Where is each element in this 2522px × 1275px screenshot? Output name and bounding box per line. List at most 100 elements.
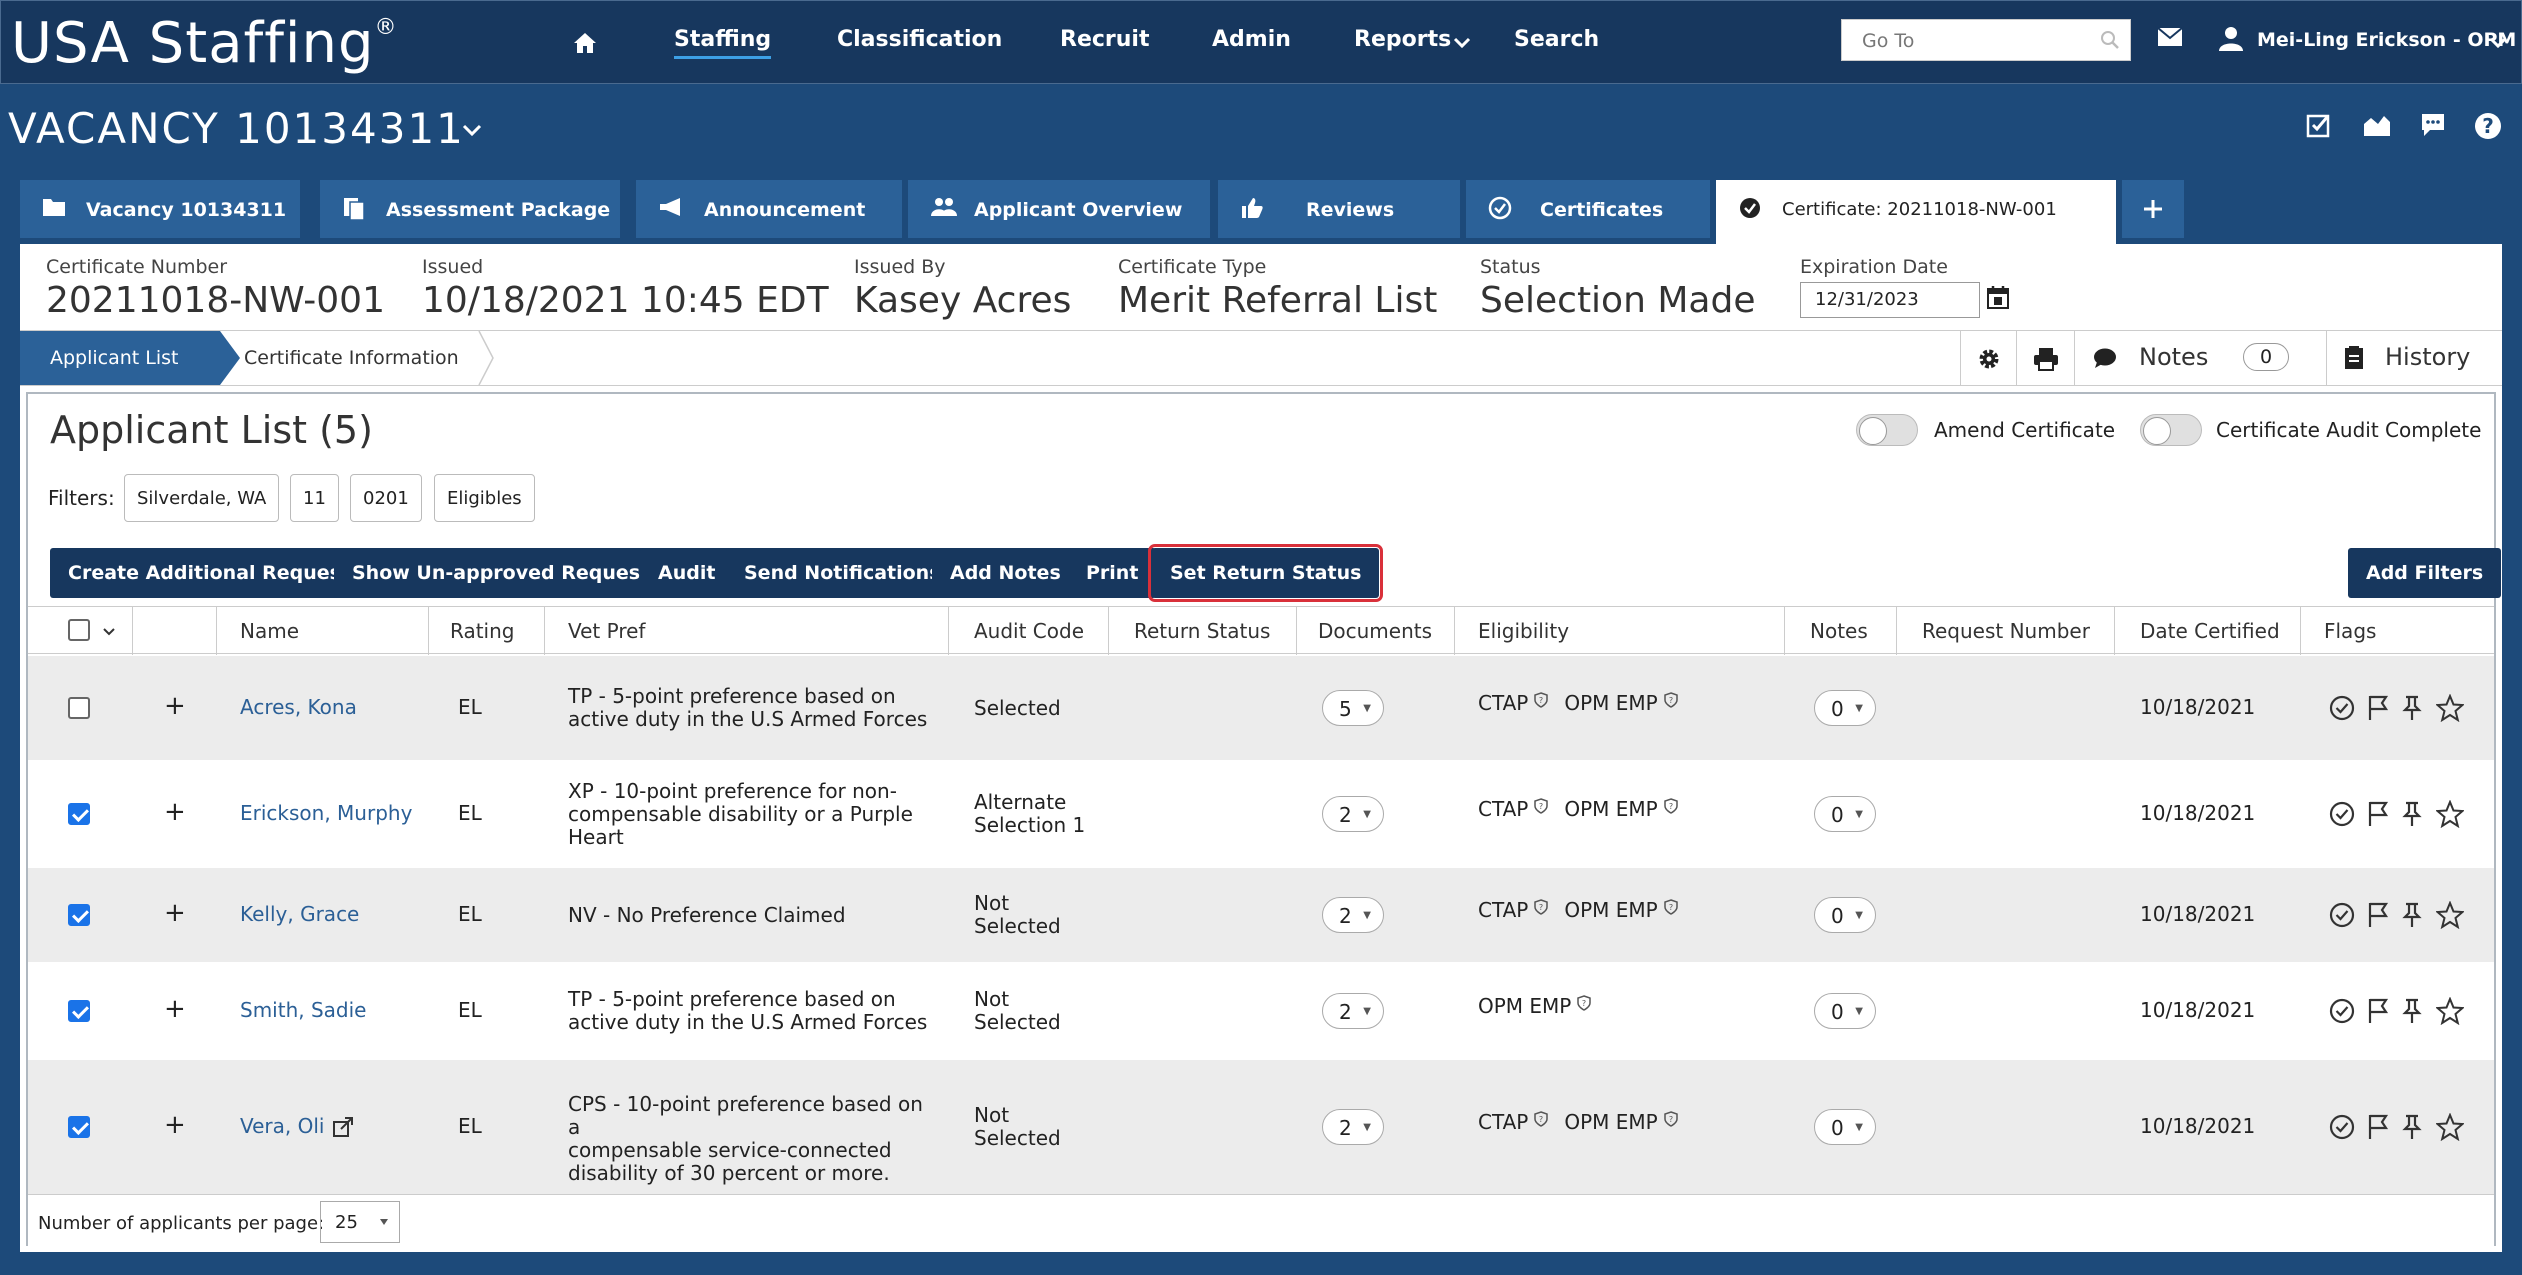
- settings-button[interactable]: [1960, 331, 2016, 385]
- expand-row-icon[interactable]: +: [164, 1112, 186, 1138]
- star-icon[interactable]: [2436, 901, 2464, 929]
- row-checkbox[interactable]: [68, 1116, 90, 1138]
- check-circle-flag-icon[interactable]: [2328, 800, 2356, 828]
- notes-dropdown[interactable]: 0 ▼: [1814, 690, 1876, 726]
- expand-row-icon[interactable]: +: [164, 799, 186, 825]
- tab-certificates[interactable]: Certificates: [1466, 180, 1710, 238]
- flag-icon[interactable]: [2366, 901, 2390, 929]
- filter-chip-series[interactable]: 0201: [350, 474, 422, 522]
- add-tab-button[interactable]: [2122, 180, 2184, 238]
- notes-dropdown[interactable]: 0 ▼: [1814, 897, 1876, 933]
- col-date-certified[interactable]: Date Certified: [2140, 619, 2280, 643]
- nav-staffing[interactable]: Staffing: [674, 27, 772, 59]
- user-icon[interactable]: [2217, 25, 2245, 53]
- goto-input[interactable]: Go To: [1841, 19, 2131, 61]
- star-icon[interactable]: [2436, 694, 2464, 722]
- audit-complete-toggle[interactable]: [2140, 414, 2202, 446]
- check-circle-flag-icon[interactable]: [2328, 1113, 2356, 1141]
- row-checkbox[interactable]: [68, 697, 90, 719]
- notes-button[interactable]: Notes 0: [2074, 331, 2326, 385]
- tab-assessment-package[interactable]: Assessment Package: [320, 180, 620, 238]
- pin-icon[interactable]: [2402, 800, 2422, 828]
- show-unapproved-requests-button[interactable]: Show Un-approved Requests: [334, 548, 679, 598]
- tab-certificate-current[interactable]: Certificate: 20211018-NW-001: [1716, 180, 2116, 244]
- add-notes-button[interactable]: Add Notes: [932, 548, 1079, 598]
- check-circle-flag-icon[interactable]: [2328, 997, 2356, 1025]
- audit-button[interactable]: Audit: [640, 548, 734, 598]
- pin-icon[interactable]: [2402, 694, 2422, 722]
- notes-dropdown[interactable]: 0 ▼: [1814, 796, 1876, 832]
- applicant-name-link[interactable]: Vera, Oli: [240, 1115, 324, 1138]
- nav-recruit[interactable]: Recruit: [1060, 27, 1149, 52]
- tab-applicant-overview[interactable]: Applicant Overview: [908, 180, 1210, 238]
- pin-icon[interactable]: [2402, 997, 2422, 1025]
- col-notes[interactable]: Notes: [1810, 619, 1868, 643]
- dashboard-icon[interactable]: [2362, 112, 2392, 138]
- col-return-status[interactable]: Return Status: [1134, 619, 1270, 643]
- filter-chip-eligibles[interactable]: Eligibles: [434, 474, 535, 522]
- nav-search[interactable]: Search: [1514, 27, 1599, 52]
- documents-dropdown[interactable]: 2 ▼: [1322, 993, 1384, 1029]
- tab-announcement[interactable]: Announcement: [636, 180, 902, 238]
- checklist-icon[interactable]: [2306, 112, 2332, 138]
- flag-icon[interactable]: [2366, 800, 2390, 828]
- nav-reports[interactable]: Reports: [1354, 27, 1451, 52]
- expand-row-icon[interactable]: +: [164, 900, 186, 926]
- select-all-checkbox[interactable]: [68, 619, 90, 641]
- applicant-name-link[interactable]: Smith, Sadie: [240, 999, 366, 1022]
- applicant-name-link[interactable]: Erickson, Murphy: [240, 802, 412, 825]
- history-button[interactable]: History: [2326, 331, 2502, 385]
- reports-chevron-down-icon[interactable]: [1453, 37, 1471, 49]
- col-rating[interactable]: Rating: [450, 619, 514, 643]
- chat-icon[interactable]: [2420, 112, 2446, 138]
- per-page-select[interactable]: 25: [320, 1201, 400, 1243]
- select-all-chevron-down-icon[interactable]: [102, 627, 116, 637]
- print-list-button[interactable]: Print: [1068, 548, 1157, 598]
- mail-icon[interactable]: [2157, 27, 2183, 47]
- documents-dropdown[interactable]: 2 ▼: [1322, 897, 1384, 933]
- row-checkbox[interactable]: [68, 904, 90, 926]
- check-circle-flag-icon[interactable]: [2328, 901, 2356, 929]
- brand-logo[interactable]: USA Staffing®: [11, 11, 398, 76]
- col-audit-code[interactable]: Audit Code: [974, 619, 1084, 643]
- nav-classification[interactable]: Classification: [837, 27, 1002, 52]
- star-icon[interactable]: [2436, 997, 2464, 1025]
- add-filters-button[interactable]: Add Filters: [2348, 548, 2502, 598]
- crumb-certificate-information[interactable]: Certificate Information: [244, 347, 459, 369]
- flag-icon[interactable]: [2366, 1113, 2390, 1141]
- vacancy-title[interactable]: VACANCY 10134311: [8, 104, 465, 153]
- search-icon[interactable]: [2100, 30, 2120, 50]
- flag-icon[interactable]: [2366, 694, 2390, 722]
- set-return-status-button[interactable]: Set Return Status: [1147, 544, 1384, 602]
- col-flags[interactable]: Flags: [2324, 619, 2376, 643]
- print-button[interactable]: [2016, 331, 2074, 385]
- col-eligibility[interactable]: Eligibility: [1478, 619, 1569, 643]
- check-circle-flag-icon[interactable]: [2328, 694, 2356, 722]
- expand-row-icon[interactable]: +: [164, 693, 186, 719]
- flag-icon[interactable]: [2366, 997, 2390, 1025]
- crumb-applicant-list[interactable]: Applicant List: [20, 331, 240, 385]
- col-name[interactable]: Name: [240, 619, 299, 643]
- documents-dropdown[interactable]: 5 ▼: [1322, 690, 1384, 726]
- user-chevron-down-icon[interactable]: [2489, 37, 2507, 49]
- notes-dropdown[interactable]: 0 ▼: [1814, 1109, 1876, 1145]
- nav-admin[interactable]: Admin: [1212, 27, 1291, 52]
- create-additional-requests-button[interactable]: Create Additional Requests: [50, 548, 380, 598]
- notes-dropdown[interactable]: 0 ▼: [1814, 993, 1876, 1029]
- star-icon[interactable]: [2436, 1113, 2464, 1141]
- pin-icon[interactable]: [2402, 901, 2422, 929]
- vacancy-chevron-down-icon[interactable]: [462, 124, 482, 138]
- filter-chip-grade[interactable]: 11: [290, 474, 339, 522]
- tab-vacancy[interactable]: Vacancy 10134311: [20, 180, 300, 238]
- col-request-number[interactable]: Request Number: [1922, 619, 2090, 643]
- documents-dropdown[interactable]: 2 ▼: [1322, 796, 1384, 832]
- home-icon[interactable]: [573, 31, 597, 55]
- star-icon[interactable]: [2436, 800, 2464, 828]
- send-notifications-button[interactable]: Send Notifications: [726, 548, 959, 598]
- help-icon[interactable]: ?: [2474, 112, 2502, 140]
- amend-certificate-toggle[interactable]: [1856, 414, 1918, 446]
- row-checkbox[interactable]: [68, 1000, 90, 1022]
- col-documents[interactable]: Documents: [1318, 619, 1432, 643]
- applicant-name-link[interactable]: Kelly, Grace: [240, 903, 359, 926]
- documents-dropdown[interactable]: 2 ▼: [1322, 1109, 1384, 1145]
